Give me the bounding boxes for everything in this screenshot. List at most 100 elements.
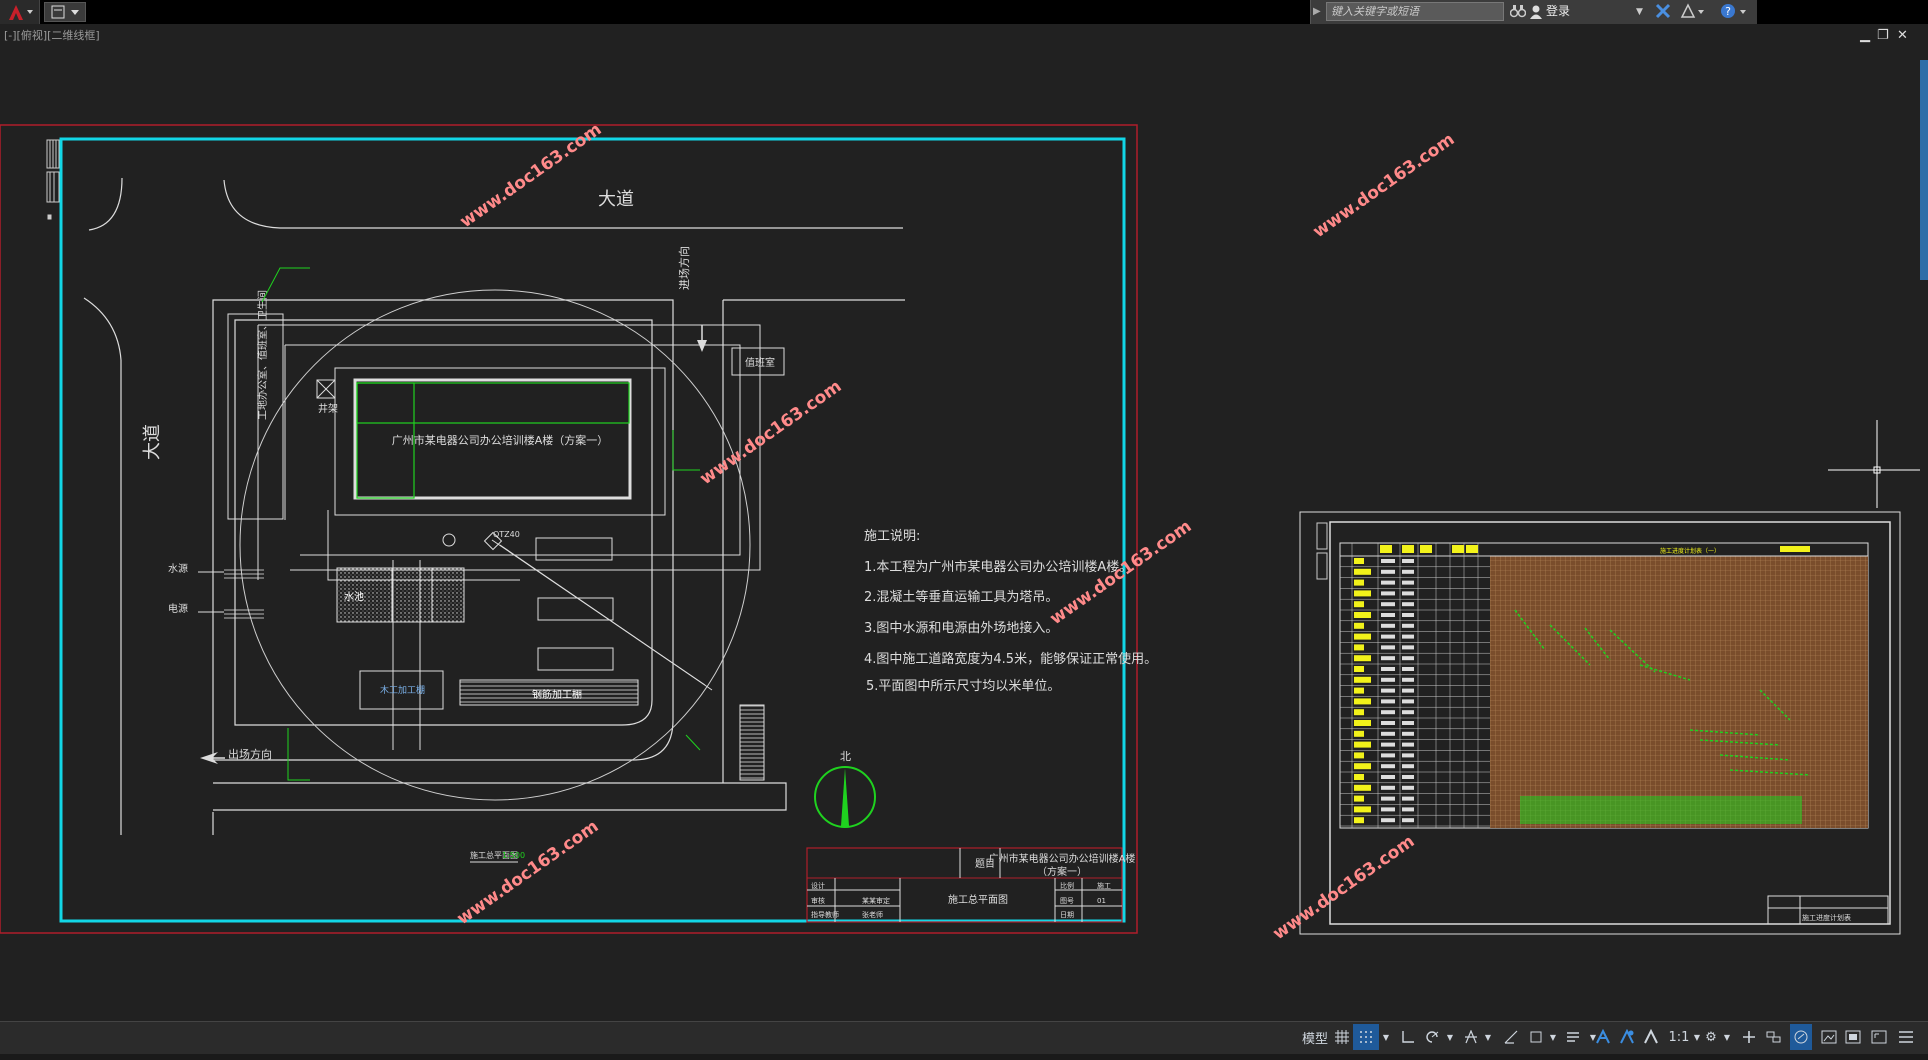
clean-screen-icon[interactable]: [1842, 1024, 1864, 1050]
road-left-label: 大道: [142, 424, 163, 460]
north-label: 北: [840, 750, 851, 763]
annotation-visibility-icon[interactable]: [1592, 1024, 1614, 1050]
schedule-cell-highlight: [1354, 774, 1364, 780]
snap-mode-icon[interactable]: [1353, 1024, 1379, 1050]
schedule-cell-text: [1402, 818, 1414, 823]
schedule-cell-text: [1402, 796, 1414, 801]
polar-dropdown-icon[interactable]: ▼: [1445, 1024, 1455, 1050]
schedule-cell-highlight: [1354, 644, 1364, 651]
osnap-dropdown-icon[interactable]: ▼: [1548, 1024, 1558, 1050]
note-5: 5.平面图中所示尺寸均以米单位。: [866, 679, 1060, 694]
schedule-cell-text: [1402, 688, 1414, 693]
annotation-scale-value[interactable]: 1:1: [1664, 1024, 1694, 1050]
schedule-cell-text: [1402, 602, 1414, 607]
schedule-cell-text: [1381, 742, 1395, 747]
schedule-cell-highlight: [1354, 763, 1371, 770]
schedule-cell-text: [1402, 634, 1414, 639]
water-label: 水源: [168, 562, 188, 575]
schedule-cell-text: [1381, 569, 1395, 574]
workspace-gear-icon[interactable]: ⚙: [1700, 1024, 1722, 1050]
grid-display-icon[interactable]: [1334, 1024, 1350, 1050]
tb-drawing-name: 施工总平面图: [948, 893, 1008, 906]
plan-scale: 1:500: [502, 851, 525, 860]
schedule-cell-text: [1381, 656, 1395, 661]
iso-dropdown-icon[interactable]: ▼: [1483, 1024, 1493, 1050]
cement-yard: [431, 567, 465, 623]
watermark-text: www.doc163.com: [453, 816, 602, 929]
crane-label: QTZ40: [493, 530, 520, 539]
schedule-cell-text: [1381, 591, 1395, 596]
entry-label: 进场方向: [677, 246, 691, 290]
gantt-grid: [1490, 556, 1868, 828]
hardware-acceleration-icon[interactable]: [1790, 1024, 1812, 1050]
customization-menu-icon[interactable]: [1895, 1024, 1917, 1050]
well-label: 井架: [318, 402, 338, 415]
schedule-cell-text: [1402, 677, 1414, 682]
polar-tracking-icon[interactable]: [1420, 1024, 1444, 1050]
status-bar: [0, 1021, 1928, 1054]
schedule-cell-text: [1381, 613, 1395, 617]
lineweight-icon[interactable]: [1562, 1024, 1584, 1050]
note-2: 2.混凝土等垂直运输工具为塔吊。: [864, 589, 1058, 605]
schedule-cell-text: [1381, 699, 1395, 704]
schedule-cell-highlight: [1354, 817, 1364, 824]
schedule-cell-highlight: [1354, 590, 1371, 597]
schedule-cell-highlight: [1354, 558, 1364, 564]
schedule-cell-highlight: [1354, 784, 1371, 791]
schedule-header-cell: [1452, 545, 1464, 553]
schedule-cell-text: [1402, 764, 1414, 769]
schedule-cell-highlight: [1354, 806, 1371, 813]
model-space-button[interactable]: 模型: [1300, 1024, 1330, 1050]
watermark-text: www.doc163.com: [1269, 831, 1418, 944]
schedule-cell-text: [1402, 785, 1414, 790]
schedule-cell-highlight: [1354, 709, 1364, 716]
ortho-icon[interactable]: [1398, 1024, 1418, 1050]
power-label: 电源: [168, 602, 188, 615]
notes-title: 施工说明:: [864, 529, 920, 544]
schedule-cell-text: [1402, 710, 1414, 715]
tb-row2-a: 审核: [811, 896, 825, 905]
schedule-cell-highlight: [1354, 633, 1371, 640]
watermark-text: www.doc163.com: [456, 119, 605, 232]
schedule-cell-text: [1381, 645, 1395, 650]
schedule-cell-text: [1381, 710, 1395, 715]
note-4: 4.图中施工道路宽度为4.5米，能够保证正常使用。: [864, 651, 1157, 667]
drawing-canvas[interactable]: 工地办公室、值班室、卫生间 广州市某电器公司办公培训楼A楼（方案一） 井架 值班…: [0, 0, 1928, 1021]
exit-label: 出场方向: [228, 747, 272, 761]
building-green-b: [356, 382, 630, 424]
schedule-cell-text: [1381, 764, 1395, 769]
snap-dropdown-icon[interactable]: ▼: [1380, 1024, 1392, 1050]
isolate-objects-icon[interactable]: [1818, 1024, 1840, 1050]
schedule-cell-text: [1402, 753, 1414, 758]
object-snap-icon[interactable]: [1525, 1024, 1547, 1050]
shed-c: [537, 647, 614, 671]
schedule-cell-text: [1402, 699, 1414, 704]
schedule-cell-highlight: [1354, 579, 1364, 586]
schedule-cell-highlight: [1354, 698, 1371, 705]
gear-dropdown-icon[interactable]: ▼: [1722, 1024, 1732, 1050]
fullscreen-icon[interactable]: [1868, 1024, 1890, 1050]
schedule-cell-text: [1381, 753, 1395, 758]
schedule-cell-text: [1402, 731, 1414, 736]
isodraft-icon[interactable]: [1460, 1024, 1482, 1050]
schedule-header-cell: [1380, 545, 1392, 553]
site-office-label: 工地办公室、值班室、卫生间: [256, 290, 269, 420]
schedule-cell-text: [1381, 677, 1395, 682]
tb-row3-a: 指导教师: [811, 910, 839, 919]
schedule-title: 施工进度计划表: [1802, 913, 1851, 922]
plus-icon[interactable]: [1738, 1024, 1760, 1050]
auto-scale-icon[interactable]: [1616, 1024, 1638, 1050]
units-icon[interactable]: [1763, 1024, 1785, 1050]
schedule-cell-text: [1381, 721, 1395, 725]
schedule-cell-text: [1402, 807, 1414, 812]
main-building-label: 广州市某电器公司办公培训楼A楼（方案一）: [392, 433, 609, 447]
annotation-scale-icon[interactable]: [1640, 1024, 1662, 1050]
schedule-rows: [1340, 543, 1490, 828]
object-snap-tracking-icon[interactable]: [1500, 1024, 1522, 1050]
schedule-cell-highlight: [1354, 687, 1364, 694]
schedule-cell-text: [1402, 569, 1414, 574]
schedule-cell-text: [1381, 796, 1395, 801]
rebar-label: 钢筋加工棚: [532, 688, 582, 701]
schedule-cell-text: [1381, 634, 1395, 639]
schedule-header-marker: [1780, 546, 1810, 552]
